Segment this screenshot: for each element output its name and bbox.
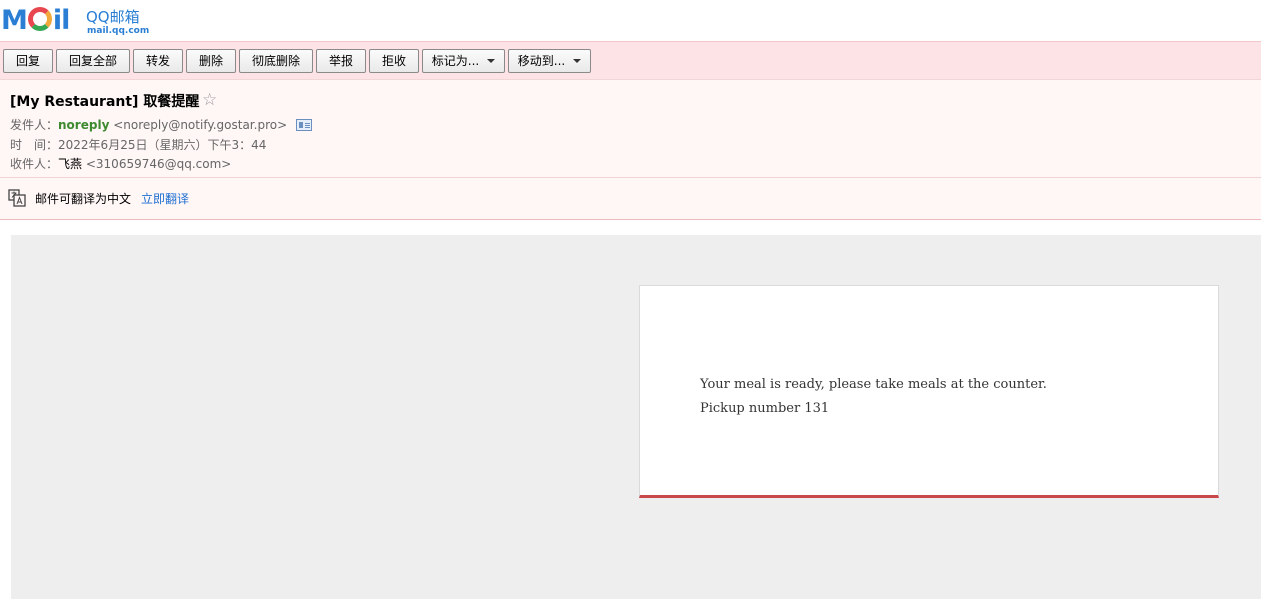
message-card: Your meal is ready, please take meals at… bbox=[639, 285, 1219, 498]
caret-down-icon bbox=[487, 59, 496, 63]
report-button[interactable]: 举报 bbox=[316, 49, 366, 73]
recipient-address: <310659746@qq.com> bbox=[85, 157, 232, 171]
mail-body: Your meal is ready, please take meals at… bbox=[11, 235, 1261, 599]
logo-product-name: QQ邮箱 bbox=[86, 8, 140, 26]
translate-now-link[interactable]: 立即翻译 bbox=[141, 190, 189, 207]
time-label: 时 间： bbox=[10, 138, 59, 152]
move-to-dropdown[interactable]: 移动到... bbox=[508, 49, 591, 73]
logo-domain: mail.qq.com bbox=[87, 26, 150, 36]
mail-toolbar: 回复 回复全部 转发 删除 彻底删除 举报 拒收 标记为... 移动到... bbox=[0, 41, 1261, 79]
star-icon[interactable]: ☆ bbox=[202, 90, 217, 110]
sender-name[interactable]: noreply bbox=[58, 118, 109, 132]
caret-down-icon bbox=[573, 59, 582, 63]
contact-card-icon[interactable] bbox=[296, 119, 312, 131]
sender-row: 发件人：noreply <noreply@notify.gostar.pro> bbox=[10, 117, 287, 133]
reply-button[interactable]: 回复 bbox=[3, 49, 53, 73]
message-line-ready: Your meal is ready, please take meals at… bbox=[700, 377, 1047, 392]
logo-mail-word: Mil bbox=[1, 5, 70, 36]
reject-button[interactable]: 拒收 bbox=[369, 49, 419, 73]
recipient-label: 收件人： bbox=[10, 157, 59, 171]
header-divider bbox=[0, 177, 1261, 178]
message-line-pickup: Pickup number 131 bbox=[700, 401, 830, 416]
sender-address: <noreply@notify.gostar.pro> bbox=[113, 118, 288, 132]
delete-button[interactable]: 删除 bbox=[186, 49, 236, 73]
time-row: 时 间：2022年6月25日（星期六）下午3：44 bbox=[10, 137, 266, 153]
mail-header: [My Restaurant] 取餐提醒 ☆ 发件人：noreply <nore… bbox=[0, 79, 1261, 220]
sender-label: 发件人： bbox=[10, 118, 59, 132]
translate-notice: 邮件可翻译为中文 bbox=[35, 192, 132, 206]
translate-icon bbox=[8, 189, 26, 207]
time-value: 2022年6月25日（星期六）下午3：44 bbox=[58, 138, 267, 152]
forward-button[interactable]: 转发 bbox=[133, 49, 183, 73]
logo-o-icon bbox=[27, 7, 52, 31]
top-bar: Mil QQ邮箱 mail.qq.com bbox=[0, 0, 1261, 41]
reply-all-button[interactable]: 回复全部 bbox=[56, 49, 130, 73]
recipient-name[interactable]: 飞燕 bbox=[58, 157, 82, 171]
qq-mail-logo[interactable]: Mil QQ邮箱 mail.qq.com bbox=[0, 6, 150, 38]
mail-subject: [My Restaurant] 取餐提醒 bbox=[10, 94, 200, 110]
permanent-delete-button[interactable]: 彻底删除 bbox=[239, 49, 313, 73]
mark-as-dropdown[interactable]: 标记为... bbox=[422, 49, 505, 73]
recipient-row: 收件人：飞燕 <310659746@qq.com> bbox=[10, 156, 231, 172]
